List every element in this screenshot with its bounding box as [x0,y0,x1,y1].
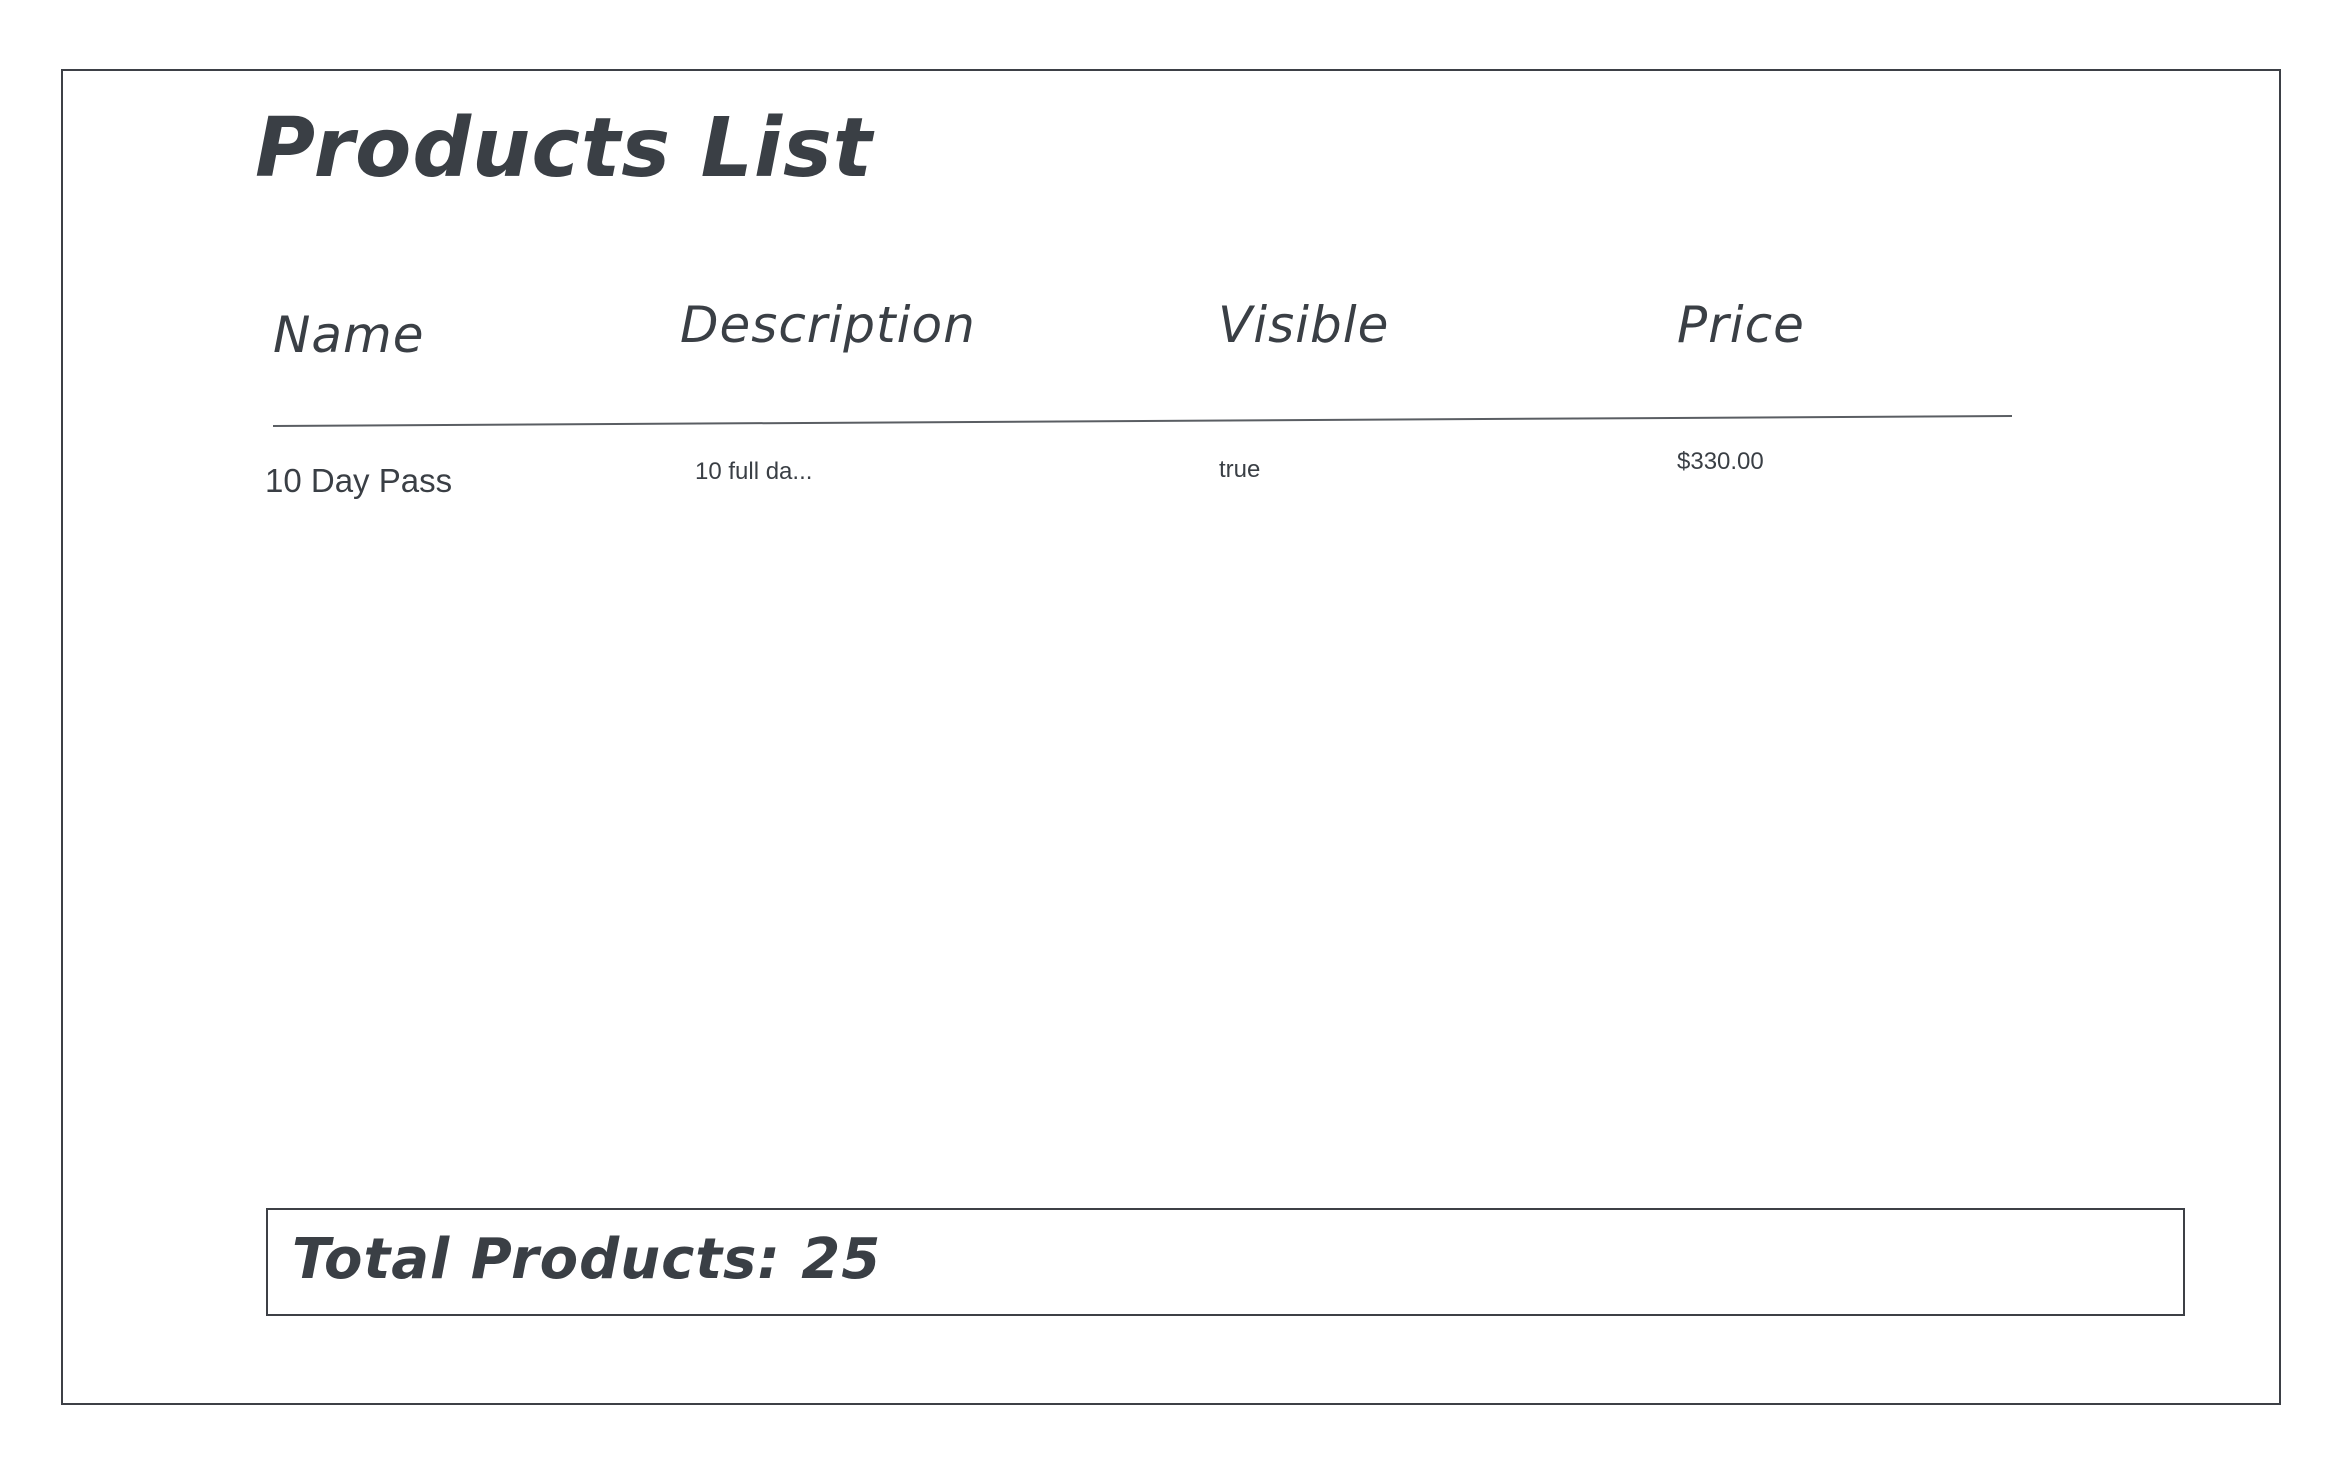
total-products-box: Total Products: 25 [266,1208,2185,1316]
total-products-label: Total Products: 25 [292,1227,882,1292]
cell-visible: true [1219,456,1261,483]
cell-description: 10 full da... [695,458,813,485]
cell-name: 10 Day Pass [265,462,453,499]
cell-price: $330.00 [1677,448,1764,475]
